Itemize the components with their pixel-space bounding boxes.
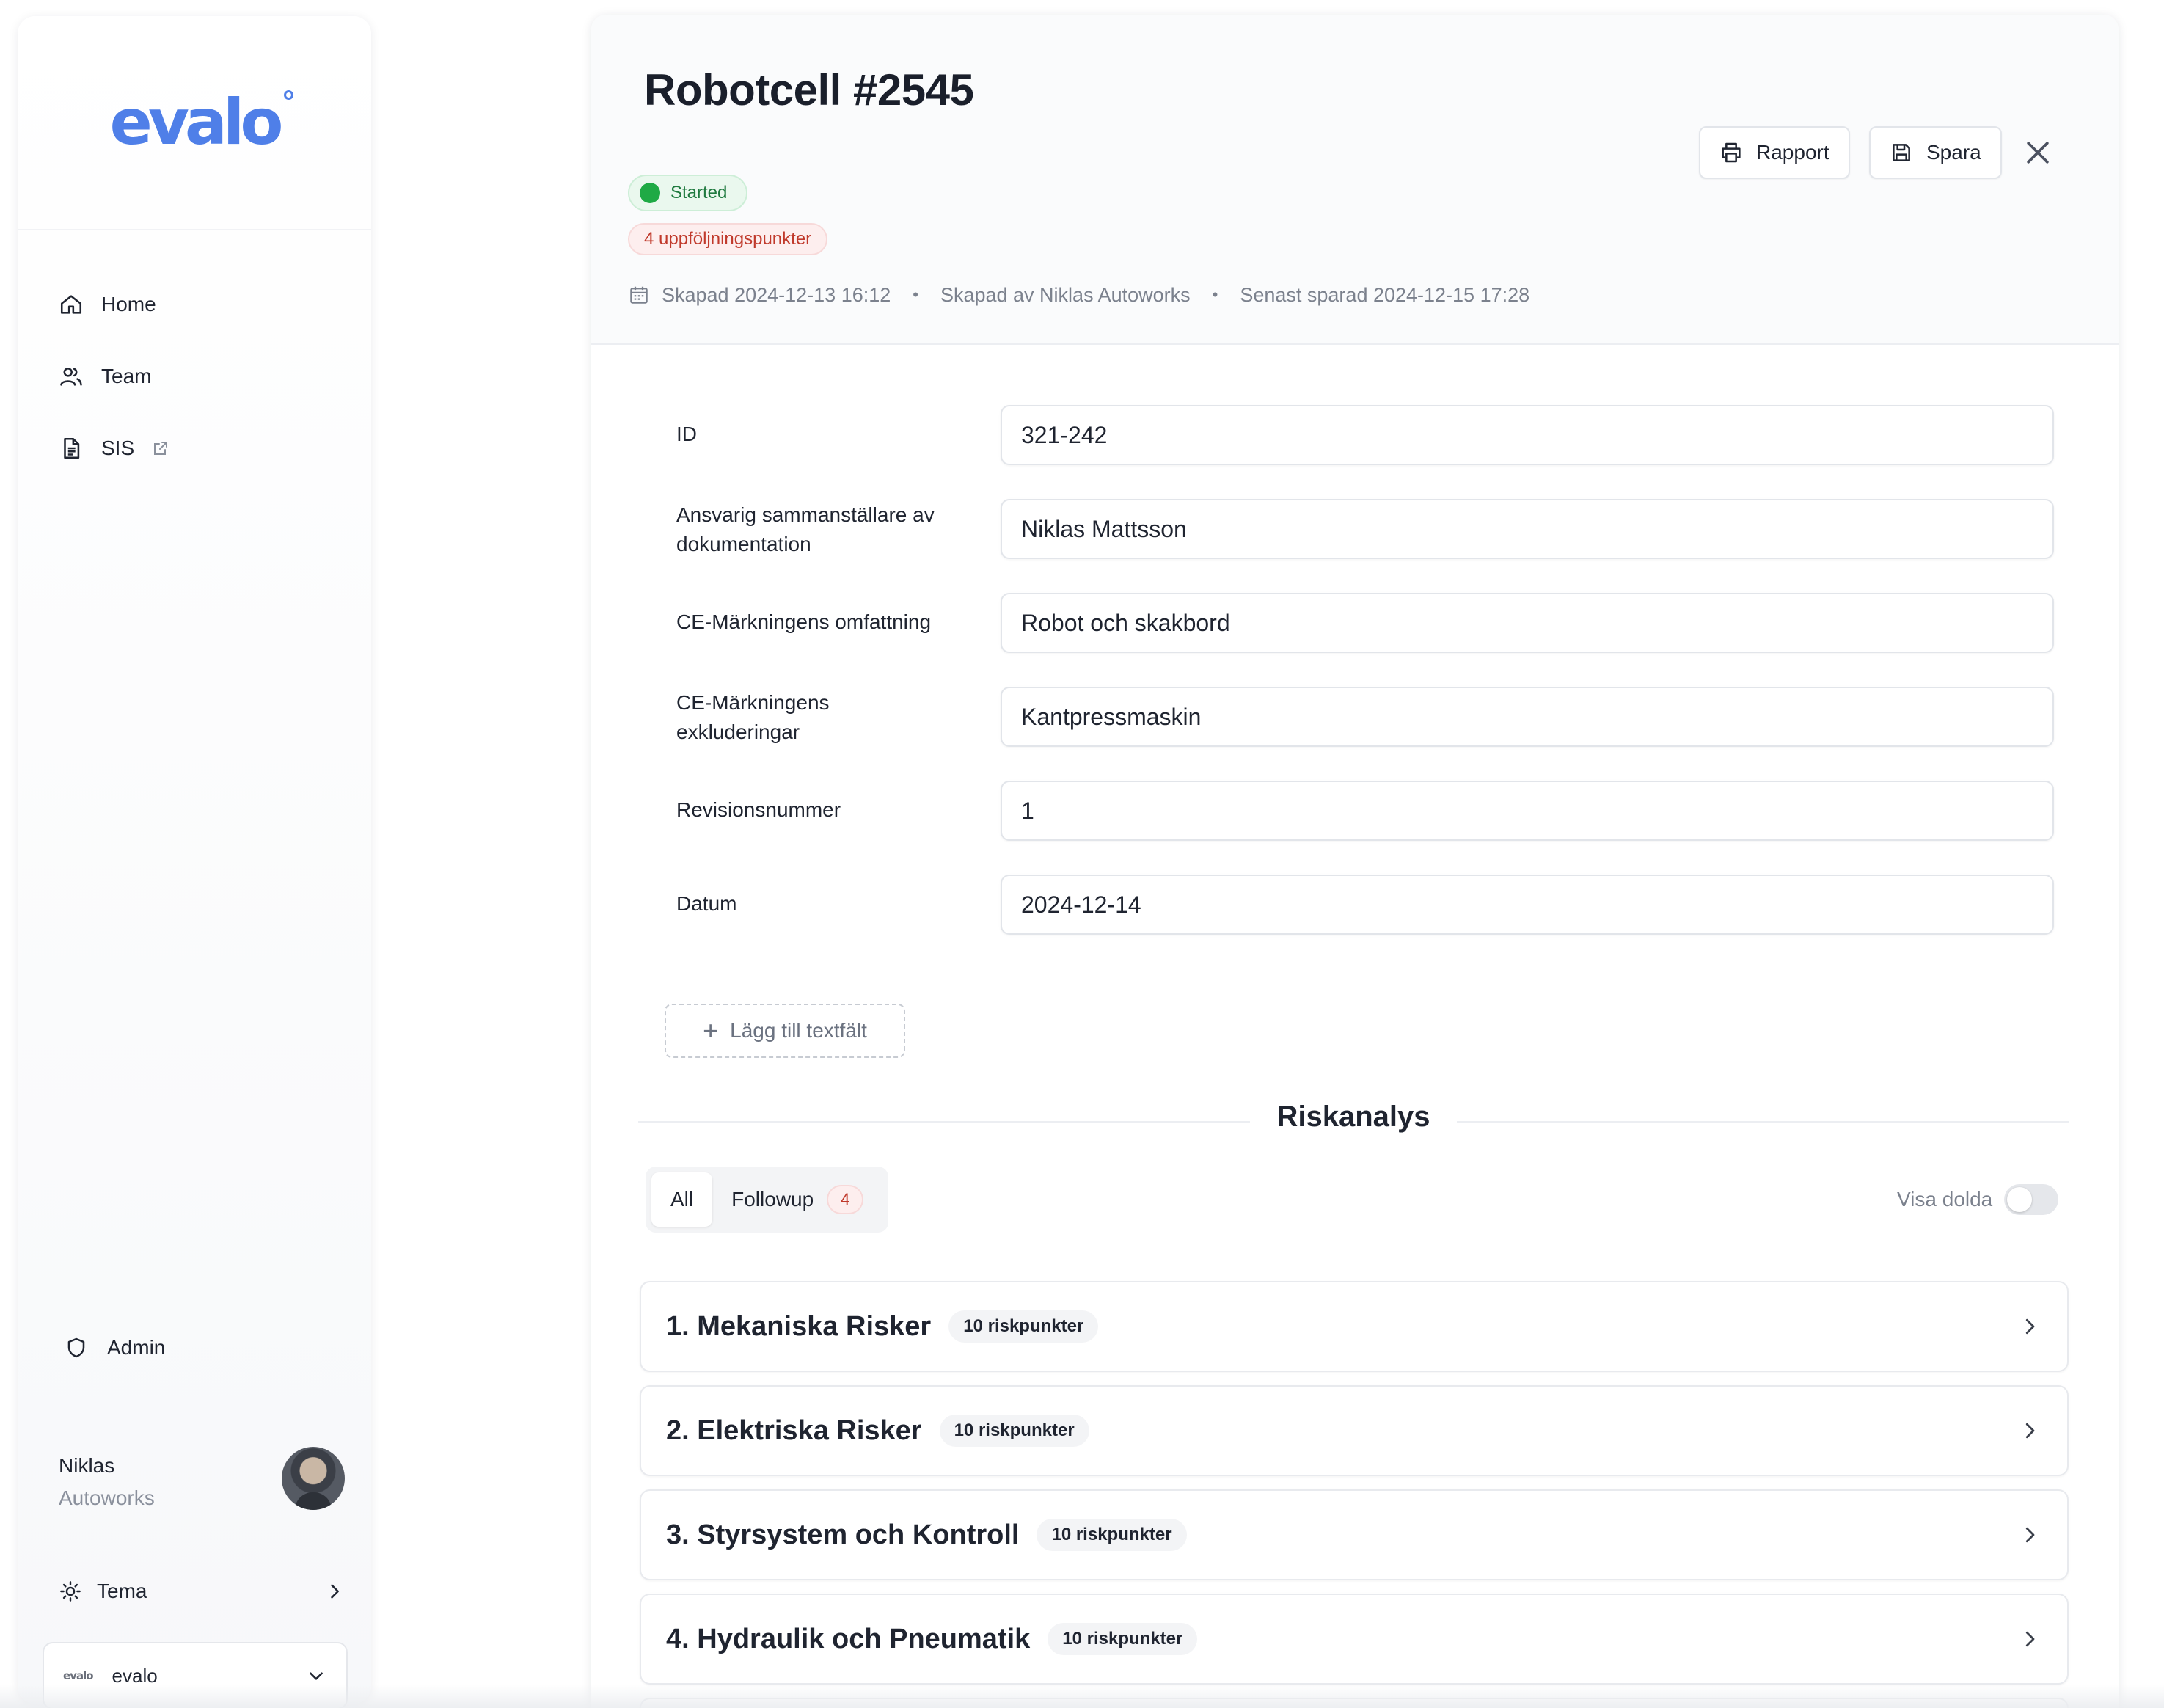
theme-label: Tema [97, 1580, 147, 1602]
status-dot [640, 183, 660, 203]
show-hidden-label: Visa dolda [1897, 1188, 1993, 1211]
created-by: Skapad av Niklas Autoworks [940, 283, 1191, 306]
risk-tabs: All Followup 4 [646, 1167, 889, 1233]
user-profile[interactable]: Niklas Autoworks [59, 1447, 345, 1520]
chevron-right-icon [2025, 1423, 2035, 1439]
sidebar-item-team[interactable]: Team [59, 358, 151, 395]
count-badge: 4 [827, 1185, 864, 1214]
shield-icon [67, 1337, 85, 1358]
field-label: Revisionsnummer [676, 798, 841, 821]
show-hidden-toggle-wrap: Visa dolda [1897, 1181, 2059, 1218]
avatar[interactable] [282, 1447, 345, 1510]
sidebar-item-label: Admin [107, 1336, 166, 1359]
plus-icon: + [703, 1015, 719, 1045]
save-icon [1893, 144, 1910, 161]
org-select-value: evalo [112, 1664, 158, 1687]
show-hidden-toggle[interactable] [2004, 1184, 2059, 1215]
last-saved: Senast sparad 2024-12-15 17:28 [1240, 283, 1530, 306]
bottom-fade [0, 1685, 2164, 1708]
tab-followup[interactable]: Followup 4 [712, 1172, 882, 1227]
responsible-field[interactable]: Niklas Mattsson [1001, 499, 2054, 559]
id-field[interactable]: 321-242 [1001, 405, 2054, 465]
followup-badge-text: 4 uppföljningspunkter [644, 229, 812, 249]
risk-count-badge: 10 riskpunkter [939, 1415, 1089, 1447]
user-name: Niklas [59, 1454, 115, 1477]
tab-label: All [670, 1188, 694, 1211]
status-text: Started [670, 183, 728, 202]
followup-badge: 4 uppföljningspunkter [628, 223, 828, 255]
report-button[interactable]: Rapport [1699, 126, 1850, 179]
add-text-field-label: Lägg till textfält [730, 1019, 867, 1042]
save-button-label: Spara [1926, 141, 1981, 164]
theme-menu[interactable]: Tema [59, 1573, 345, 1610]
logo-text: evalo [109, 86, 284, 159]
org-logo: evalo [63, 1669, 94, 1682]
user-org: Autoworks [59, 1486, 155, 1509]
risk-category[interactable]: 3. Styrsystem och Kontroll 10 riskpunkte… [640, 1489, 2069, 1580]
logo-area: evalo [18, 16, 371, 230]
date-field[interactable]: 2024-12-14 [1001, 875, 2054, 935]
ce-exclusions-field[interactable]: Kantpressmaskin [1001, 687, 2054, 747]
created-date: Skapad 2024-12-13 16:12 [662, 283, 891, 306]
calendar-icon [630, 286, 648, 304]
risk-category-title: 2. Elektriska Risker [666, 1415, 922, 1446]
field-label: CE-Märkningens omfattning [676, 610, 932, 633]
risk-count-badge: 10 riskpunkter [1048, 1623, 1198, 1655]
chevron-right-icon [331, 1584, 339, 1599]
users-icon [60, 368, 82, 386]
field-label: Datum [676, 892, 737, 915]
document-panel: Robotcell #2545 Rapport Spara Started 4 … [591, 15, 2119, 1708]
evalo-logo[interactable]: evalo [109, 86, 294, 159]
tab-all[interactable]: All [651, 1172, 713, 1227]
chevron-right-icon [2025, 1318, 2035, 1335]
sidebar: evalo Home Team SIS Admin Niklas Autowor… [18, 16, 371, 1708]
tab-label: Followup [731, 1188, 814, 1211]
sidebar-item-admin[interactable]: Admin [65, 1329, 165, 1366]
sun-icon [60, 1581, 81, 1602]
document-icon [64, 437, 80, 459]
page-title: Robotcell #2545 [644, 65, 974, 114]
field-label: Ansvarig sammanställare av dokumentation [676, 503, 935, 555]
document-meta: Skapad 2024-12-13 16:12 • Skapad av Nikl… [628, 280, 1529, 310]
chevron-right-icon [2025, 1527, 2035, 1543]
report-button-label: Rapport [1756, 141, 1829, 164]
chevron-right-icon [2025, 1631, 2035, 1647]
status-badge: Started [628, 175, 748, 211]
home-icon [60, 295, 82, 314]
add-text-field-button[interactable]: + Lägg till textfält [665, 1004, 905, 1058]
sidebar-item-label: Team [101, 365, 152, 387]
risk-category[interactable]: 2. Elektriska Risker 10 riskpunkter [640, 1385, 2069, 1476]
sidebar-item-sis[interactable]: SIS [59, 430, 169, 467]
section-title: Riskanalys [1250, 1101, 1457, 1133]
risk-category-title: 3. Styrsystem och Kontroll [666, 1519, 1020, 1550]
risk-category[interactable]: 4. Hydraulik och Pneumatik 10 riskpunkte… [640, 1594, 2069, 1685]
close-icon[interactable] [2022, 136, 2054, 169]
printer-icon [1722, 142, 1741, 163]
field-label: ID [676, 423, 697, 445]
logo-registered-mark [284, 90, 294, 100]
field-label: CE-Märkningens exkluderingar [676, 691, 830, 743]
ce-scope-field[interactable]: Robot och skakbord [1001, 593, 2054, 653]
save-button[interactable]: Spara [1869, 126, 2002, 179]
risk-category-title: 4. Hydraulik och Pneumatik [666, 1623, 1031, 1654]
risk-count-badge: 10 riskpunkter [1037, 1519, 1187, 1551]
meta-separator: • [1212, 285, 1218, 304]
sidebar-item-label: SIS [101, 437, 135, 459]
section-title-wrap: Riskanalys [591, 1101, 2116, 1134]
risk-category-title: 1. Mekaniska Risker [666, 1310, 932, 1342]
meta-separator: • [913, 285, 918, 304]
sidebar-item-home[interactable]: Home [59, 286, 156, 323]
external-link-icon [154, 442, 168, 455]
chevron-down-icon [310, 1672, 323, 1680]
risk-category[interactable]: 1. Mekaniska Risker 10 riskpunkter [640, 1281, 2069, 1372]
risk-count-badge: 10 riskpunkter [948, 1310, 1099, 1343]
sidebar-item-label: Home [101, 293, 156, 315]
revision-field[interactable]: 1 [1001, 781, 2054, 841]
